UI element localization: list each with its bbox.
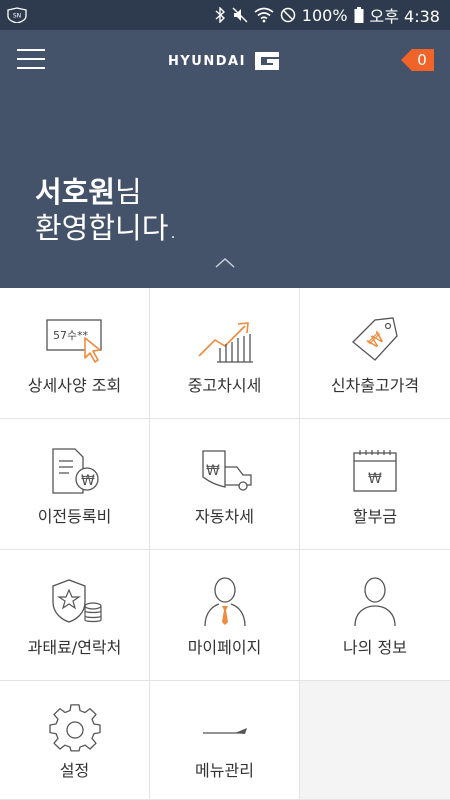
rising-chart-icon bbox=[198, 322, 253, 363]
brand-text: HYUNDAI bbox=[168, 53, 246, 69]
do-not-disturb-icon bbox=[280, 7, 296, 23]
calendar-won-icon: ₩ bbox=[353, 450, 397, 492]
status-bar: SN 100% 오후 4:38 bbox=[0, 0, 450, 30]
car-won-icon: ₩ bbox=[202, 450, 252, 491]
menu-item-my-info[interactable]: 나의 정보 bbox=[300, 550, 450, 681]
svg-text:₩: ₩ bbox=[81, 473, 95, 489]
menu-label: 중고차시세 bbox=[187, 376, 262, 395]
menu-label: 설정 bbox=[59, 761, 90, 780]
menu-label: 할부금 bbox=[352, 507, 398, 526]
notification-count: 0 bbox=[417, 51, 427, 69]
battery-icon bbox=[354, 7, 364, 23]
empty-grid-cell bbox=[300, 681, 450, 800]
clock: 오후 4:38 bbox=[369, 7, 440, 26]
menu-item-transfer-fee[interactable]: ₩ 이전등록비 bbox=[0, 419, 150, 550]
menu-label: 나의 정보 bbox=[343, 638, 407, 657]
menu-label: 신차출고가격 bbox=[330, 376, 420, 395]
greeting-suffix: 님 bbox=[115, 175, 142, 209]
battery-percent: 100% bbox=[301, 5, 348, 25]
brand-logo: HYUNDAI bbox=[168, 50, 282, 72]
header-banner: HYUNDAI 0 서호원님 환영합니다. bbox=[0, 30, 450, 288]
flag-arrow-icon bbox=[203, 728, 247, 734]
svg-text:SN: SN bbox=[13, 13, 21, 20]
bluetooth-icon bbox=[215, 7, 225, 23]
menu-label: 상세사양 조회 bbox=[27, 376, 122, 395]
gear-icon bbox=[49, 704, 101, 752]
menu-item-my-page[interactable]: 마이페이지 bbox=[150, 550, 300, 681]
menu-item-spec-lookup[interactable]: 57수** 상세사양 조회 bbox=[0, 288, 150, 419]
mute-icon bbox=[232, 7, 248, 23]
svg-text:₩: ₩ bbox=[368, 471, 382, 487]
menu-item-used-car-price[interactable]: 중고차시세 bbox=[150, 288, 300, 419]
person-icon bbox=[354, 577, 396, 627]
menu-label: 메뉴관리 bbox=[195, 761, 254, 780]
sn-badge-icon: SN bbox=[7, 7, 27, 23]
menu-grid: 57수** 상세사양 조회 중고차시세 ₩ 신차출고가격 ₩ 이전등록비 ₩ 자… bbox=[0, 288, 450, 800]
menu-item-car-tax[interactable]: ₩ 자동차세 bbox=[150, 419, 300, 550]
svg-text:57수**: 57수** bbox=[53, 329, 89, 342]
menu-label: 이전등록비 bbox=[37, 507, 112, 526]
menu-label: 자동차세 bbox=[195, 507, 254, 526]
genesis-g-icon bbox=[254, 52, 279, 70]
menu-item-settings[interactable]: 설정 bbox=[0, 681, 150, 800]
welcome-line: 환영합니다. bbox=[35, 211, 178, 245]
menu-item-menu-manage[interactable]: 메뉴관리 bbox=[150, 681, 300, 800]
chevron-up-icon[interactable] bbox=[214, 256, 236, 270]
person-tie-icon bbox=[204, 577, 246, 627]
menu-item-fines-contacts[interactable]: 과태료/연락처 bbox=[0, 550, 150, 681]
price-tag-icon: ₩ bbox=[352, 317, 398, 361]
menu-label: 과태료/연락처 bbox=[27, 638, 122, 657]
notification-button[interactable]: 0 bbox=[400, 45, 436, 75]
badge-coins-icon bbox=[52, 579, 102, 623]
menu-item-new-car-price[interactable]: ₩ 신차출고가격 bbox=[300, 288, 450, 419]
wifi-icon bbox=[254, 7, 274, 23]
svg-text:₩: ₩ bbox=[206, 463, 220, 479]
menu-item-installment[interactable]: ₩ 할부금 bbox=[300, 419, 450, 550]
welcome-message: 서호원님 환영합니다. bbox=[35, 174, 178, 246]
document-won-icon: ₩ bbox=[52, 448, 99, 494]
user-name: 서호원 bbox=[35, 175, 116, 209]
menu-label: 마이페이지 bbox=[187, 638, 262, 657]
spec-card-icon: 57수** bbox=[46, 319, 102, 363]
hamburger-menu-button[interactable] bbox=[17, 49, 45, 71]
